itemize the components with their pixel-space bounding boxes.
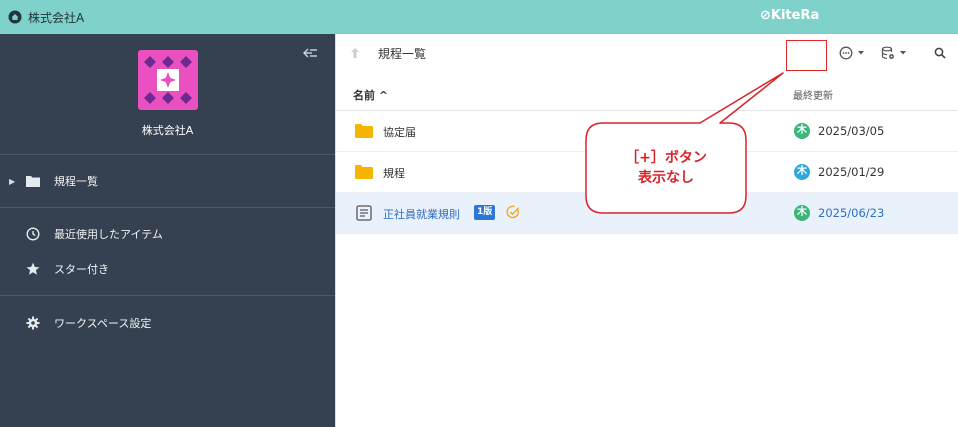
callout-line-1: ［+］ボタン [625, 150, 707, 166]
table-row[interactable]: 協定届 木 2025/03/05 [336, 111, 958, 152]
folder-icon [26, 174, 40, 188]
sidebar-item-workspace-settings[interactable]: ワークスペース設定 [0, 308, 335, 338]
database-settings-icon [881, 46, 894, 59]
divider [0, 207, 335, 208]
row-date: 2025/01/29 [818, 165, 885, 179]
folder-icon [355, 124, 373, 138]
home-icon[interactable] [8, 10, 22, 24]
search-button[interactable] [934, 44, 946, 62]
chevron-right-icon[interactable]: ▶ [9, 177, 15, 186]
column-header-name[interactable]: 名前 ^ [353, 87, 388, 103]
collapse-sidebar-icon[interactable] [302, 46, 318, 60]
top-bar: 株式会社A ⊘KiteRa [0, 0, 958, 34]
avatar: 木 [794, 205, 810, 221]
page-title: 規程一覧 [378, 47, 427, 61]
storage-settings-button[interactable] [881, 44, 907, 62]
sidebar-item-starred[interactable]: スター付き [0, 254, 335, 284]
more-circle-icon [839, 46, 853, 60]
table-header: 名前 ^ 最終更新 [336, 76, 958, 111]
gear-icon [26, 316, 40, 330]
row-name[interactable]: 正社員就業規則 [383, 206, 460, 222]
row-date: 2025/03/05 [818, 124, 885, 138]
sidebar-item-label: ワークスペース設定 [54, 317, 152, 330]
avatar: 木 [794, 123, 810, 139]
divider [0, 154, 335, 155]
sidebar: 株式会社A ▶ 規程一覧 最近使用したアイテム スター付き ワークスペース設定 [0, 34, 335, 427]
caret-down-icon [858, 51, 864, 55]
row-name[interactable]: 規程 [383, 165, 405, 181]
folder-icon [355, 165, 373, 179]
avatar: 木 [794, 164, 810, 180]
approved-check-icon [506, 205, 520, 219]
divider [0, 295, 335, 296]
workspace-name[interactable]: 株式会社A [28, 9, 84, 26]
document-icon [356, 205, 372, 221]
version-badge: 1版 [474, 205, 496, 220]
table-row[interactable]: 正社員就業規則 1版 木 2025/06/23 [336, 193, 958, 234]
clock-icon [26, 227, 40, 241]
sidebar-item-regulations[interactable]: ▶ 規程一覧 [0, 166, 335, 196]
callout-text: ［+］ボタン 表示なし [586, 148, 746, 188]
sidebar-item-label: スター付き [54, 263, 109, 276]
sidebar-company-name: 株式会社A [141, 124, 194, 137]
sidebar-item-label: 最近使用したアイテム [54, 228, 163, 241]
star-icon [26, 262, 40, 276]
search-icon [934, 47, 946, 59]
company-logo [138, 50, 198, 110]
arrow-up-icon[interactable] [350, 47, 360, 59]
row-date: 2025/06/23 [818, 206, 885, 220]
callout-line-2: 表示なし [638, 170, 694, 186]
row-name[interactable]: 協定届 [383, 124, 416, 140]
caret-down-icon [900, 51, 906, 55]
main-content: 規程一覧 名前 ^ 最終更新 協定届 木 2025/03/05 規程 木 202… [335, 34, 958, 427]
hidden-add-button-highlight [786, 40, 827, 71]
more-options-button[interactable] [839, 44, 865, 62]
brand-logo: ⊘KiteRa [760, 8, 820, 23]
column-header-updated[interactable]: 最終更新 [793, 87, 833, 102]
sidebar-item-label: 規程一覧 [54, 175, 98, 188]
sidebar-item-recent[interactable]: 最近使用したアイテム [0, 219, 335, 249]
